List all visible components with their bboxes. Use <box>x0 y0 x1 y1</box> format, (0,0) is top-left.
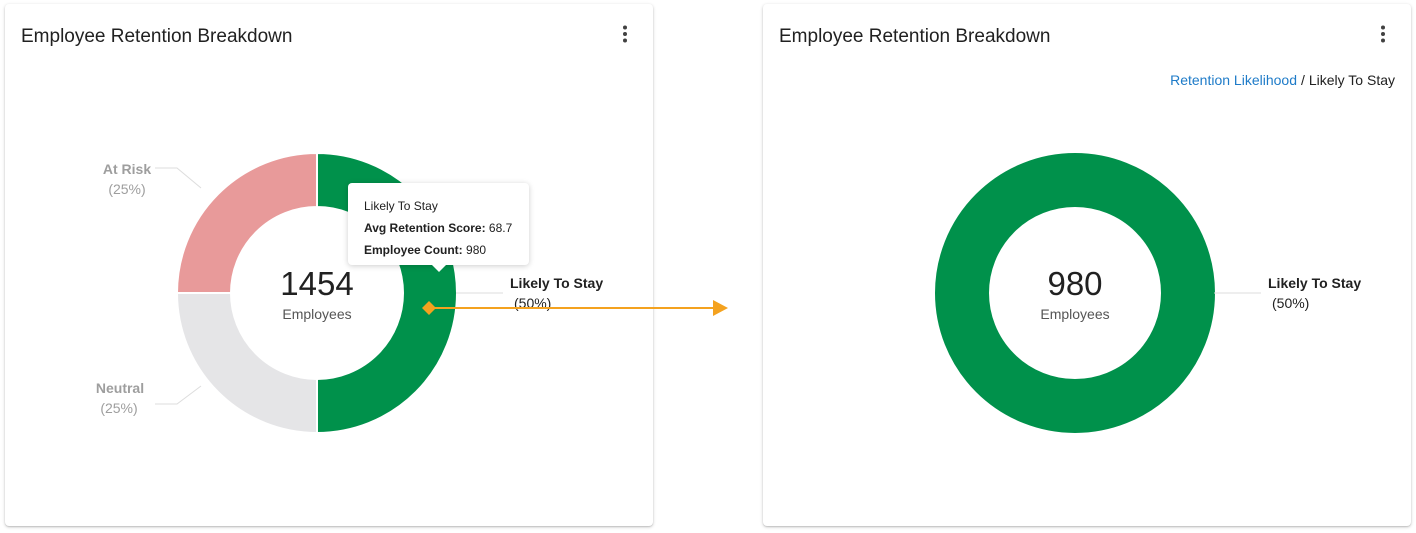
tooltip-score-label: Avg Retention Score: <box>364 221 486 235</box>
center-total-value: 980 <box>1047 265 1102 302</box>
center-total-label: Employees <box>1040 306 1109 322</box>
tooltip-count-row: Employee Count: 980 <box>364 239 513 261</box>
slice-label-likely: Likely To Stay <box>510 275 603 291</box>
donut-chart: 1454 Employees At Risk (25%) Neutral (25… <box>96 151 603 435</box>
leader-line-neutral <box>155 385 202 405</box>
center-total-label: Employees <box>282 306 351 322</box>
tooltip-count-value: 980 <box>466 243 487 257</box>
slice-tooltip: Likely To Stay Avg Retention Score: 68.7… <box>348 183 529 272</box>
tooltip-count-label: Employee Count: <box>364 243 463 257</box>
tooltip-score-row: Avg Retention Score: 68.7 <box>364 217 513 239</box>
center-total-value: 1454 <box>280 265 353 302</box>
slice-label-neutral: Neutral <box>96 380 144 396</box>
arrow-head-icon <box>713 300 728 316</box>
slice-pct-at-risk: (25%) <box>108 181 145 197</box>
retention-card-drilldown: Employee Retention Breakdown Retention L… <box>763 4 1411 526</box>
slice-label-likely: Likely To Stay <box>1268 275 1361 291</box>
retention-card-overview: Employee Retention Breakdown 1454 Employ… <box>5 4 653 526</box>
slice-pct-likely: (50%) <box>1272 295 1309 311</box>
slice-pct-neutral: (25%) <box>100 400 137 416</box>
slice-pct-likely: (50%) <box>514 295 551 311</box>
donut-chart: 980 Employees Likely To Stay (50%) <box>935 153 1361 433</box>
leader-line-at-risk <box>155 167 202 189</box>
tooltip-title: Likely To Stay <box>364 199 438 213</box>
slice-label-at-risk: At Risk <box>103 161 151 177</box>
tooltip-score-value: 68.7 <box>488 221 513 235</box>
